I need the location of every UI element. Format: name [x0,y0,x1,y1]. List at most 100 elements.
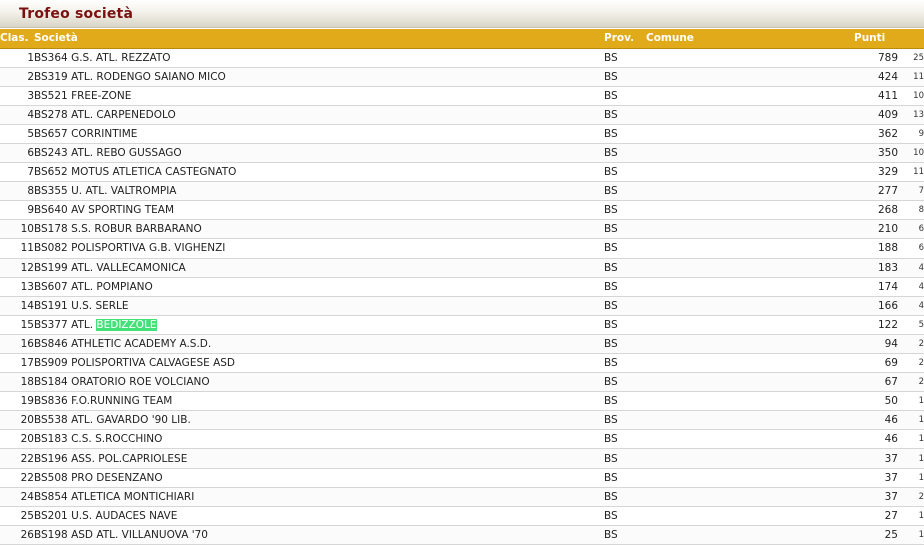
comune-cell [646,353,854,374]
table-row[interactable]: 5 BS657 CORRINTIME BS 362 9 [0,124,924,144]
province-cell: BS [604,162,646,183]
society-name: AV SPORTING TEAM [71,204,175,217]
comune-cell [646,105,854,125]
comune-cell [646,67,854,87]
table-row[interactable]: 13 BS607 ATL. POMPIANO BS 174 4 [0,277,924,297]
society-cell: BS319 ATL. RODENGO SAIANO MICO [34,67,604,87]
page-title: Trofeo società [19,6,134,22]
count-cell: 1 [898,506,924,526]
society-code: BS243 [34,147,68,160]
rank-cell: 18 [0,372,34,393]
table-row[interactable]: 16 BS846 ATHLETIC ACADEMY A.S.D. BS 94 2 [0,334,924,355]
society-cell: BS607 ATL. POMPIANO [34,277,604,297]
table-row[interactable]: 7 BS652 MOTUS ATLETICA CASTEGNATO BS 329 11 [0,162,924,183]
rank-cell: 10 [0,219,34,240]
rank-cell: 15 [0,315,34,335]
comune-cell [646,258,854,278]
points-cell: 277 [854,181,898,202]
society-name: POLISPORTIVA G.B. VIGHENZI [71,242,226,255]
comune-cell [646,143,854,164]
title-bar: Trofeo società [0,0,924,28]
rank-cell: 26 [0,525,34,545]
header-society: Società [34,29,604,49]
table-row[interactable]: 18 BS184 ORATORIO ROE VOLCIANO BS 67 2 [0,372,924,393]
society-cell: BS836 F.O.RUNNING TEAM [34,391,604,412]
society-name: ATL. REBO GUSSAGO [71,147,182,160]
society-name: ASS. POL.CAPRIOLESE [71,452,188,465]
table-row[interactable]: 3 BS521 FREE-ZONE BS 411 10 [0,86,924,106]
society-name: ATL. [71,318,94,331]
rank-cell: 22 [0,448,34,469]
province-cell: BS [604,391,646,412]
society-cell: BS278 ATL. CARPENEDOLO [34,105,604,125]
table-row[interactable]: 20 BS183 C.S. S.ROCCHINO BS 46 1 [0,429,924,450]
table-row[interactable]: 26 BS198 ASD ATL. VILLANUOVA '70 BS 25 1 [0,525,924,545]
count-cell: 11 [898,162,924,183]
province-cell: BS [604,200,646,221]
points-cell: 37 [854,468,898,488]
count-cell: 7 [898,181,924,202]
table-row[interactable]: 11 BS082 POLISPORTIVA G.B. VIGHENZI BS 188 6 [0,238,924,259]
points-cell: 174 [854,277,898,297]
comune-cell [646,124,854,144]
table-row[interactable]: 22 BS508 PRO DESENZANO BS 37 1 [0,468,924,488]
table-row[interactable]: 2 BS319 ATL. RODENGO SAIANO MICO BS 424 11 [0,67,924,87]
points-cell: 268 [854,200,898,221]
table-row[interactable]: 24 BS854 ATLETICA MONTICHIARI BS 37 2 [0,487,924,507]
table-row[interactable]: 22 BS196 ASS. POL.CAPRIOLESE BS 37 1 [0,448,924,469]
table-row[interactable]: 17 BS909 POLISPORTIVA CALVAGESE ASD BS 69 2 [0,353,924,374]
society-name: G.S. ATL. REZZATO [71,51,171,64]
comune-cell [646,506,854,526]
table-row[interactable]: 12 BS199 ATL. VALLECAMONICA BS 183 4 [0,258,924,278]
points-cell: 329 [854,162,898,183]
count-cell: 9 [898,124,924,144]
count-cell: 2 [898,372,924,393]
table-row[interactable]: 6 BS243 ATL. REBO GUSSAGO BS 350 10 [0,143,924,164]
province-cell: BS [604,296,646,316]
province-cell: BS [604,506,646,526]
points-cell: 50 [854,391,898,412]
society-code: BS178 [34,223,68,236]
table-row[interactable]: 25 BS201 U.S. AUDACES NAVE BS 27 1 [0,506,924,526]
table-row[interactable]: 10 BS178 S.S. ROBUR BARBARANO BS 210 6 [0,219,924,240]
rank-cell: 13 [0,277,34,297]
province-cell: BS [604,48,646,68]
society-code: BS199 [34,261,68,274]
society-code: BS377 [34,318,68,331]
society-code: BS657 [34,127,68,140]
province-cell: BS [604,410,646,431]
table-row[interactable]: 9 BS640 AV SPORTING TEAM BS 268 8 [0,200,924,221]
table-row[interactable]: 1 BS364 G.S. ATL. REZZATO BS 789 25 [0,48,924,68]
points-cell: 27 [854,506,898,526]
society-name: ATLETICA MONTICHIARI [71,490,195,503]
rank-cell: 2 [0,67,34,87]
rank-cell: 9 [0,200,34,221]
society-cell: BS909 POLISPORTIVA CALVAGESE ASD [34,353,604,374]
society-cell: BS657 CORRINTIME [34,124,604,144]
rank-cell: 20 [0,410,34,431]
comune-cell [646,181,854,202]
count-cell: 13 [898,105,924,125]
table-row[interactable]: 15 BS377 ATL. BEDIZZOLE BS 122 5 [0,315,924,335]
society-cell: BS201 U.S. AUDACES NAVE [34,506,604,526]
rank-cell: 19 [0,391,34,412]
table-row[interactable]: 20 BS538 ATL. GAVARDO '90 LIB. BS 46 1 [0,410,924,431]
society-name: ATL. RODENGO SAIANO MICO [71,70,226,83]
points-cell: 94 [854,334,898,355]
table-row[interactable]: 14 BS191 U.S. SERLE BS 166 4 [0,296,924,316]
table-row[interactable]: 4 BS278 ATL. CARPENEDOLO BS 409 13 [0,105,924,125]
province-cell: BS [604,67,646,87]
province-cell: BS [604,525,646,545]
rank-cell: 25 [0,506,34,526]
society-name: POLISPORTIVA CALVAGESE ASD [71,357,236,370]
society-name: ATHLETIC ACADEMY A.S.D. [71,337,212,350]
count-cell: 6 [898,238,924,259]
table-row[interactable]: 19 BS836 F.O.RUNNING TEAM BS 50 1 [0,391,924,412]
society-name: U. ATL. VALTROMPIA [71,185,177,198]
table-row[interactable]: 8 BS355 U. ATL. VALTROMPIA BS 277 7 [0,181,924,202]
society-cell: BS199 ATL. VALLECAMONICA [34,258,604,278]
count-cell: 1 [898,468,924,488]
comune-cell [646,525,854,545]
society-code: BS521 [34,89,68,102]
comune-cell [646,86,854,106]
